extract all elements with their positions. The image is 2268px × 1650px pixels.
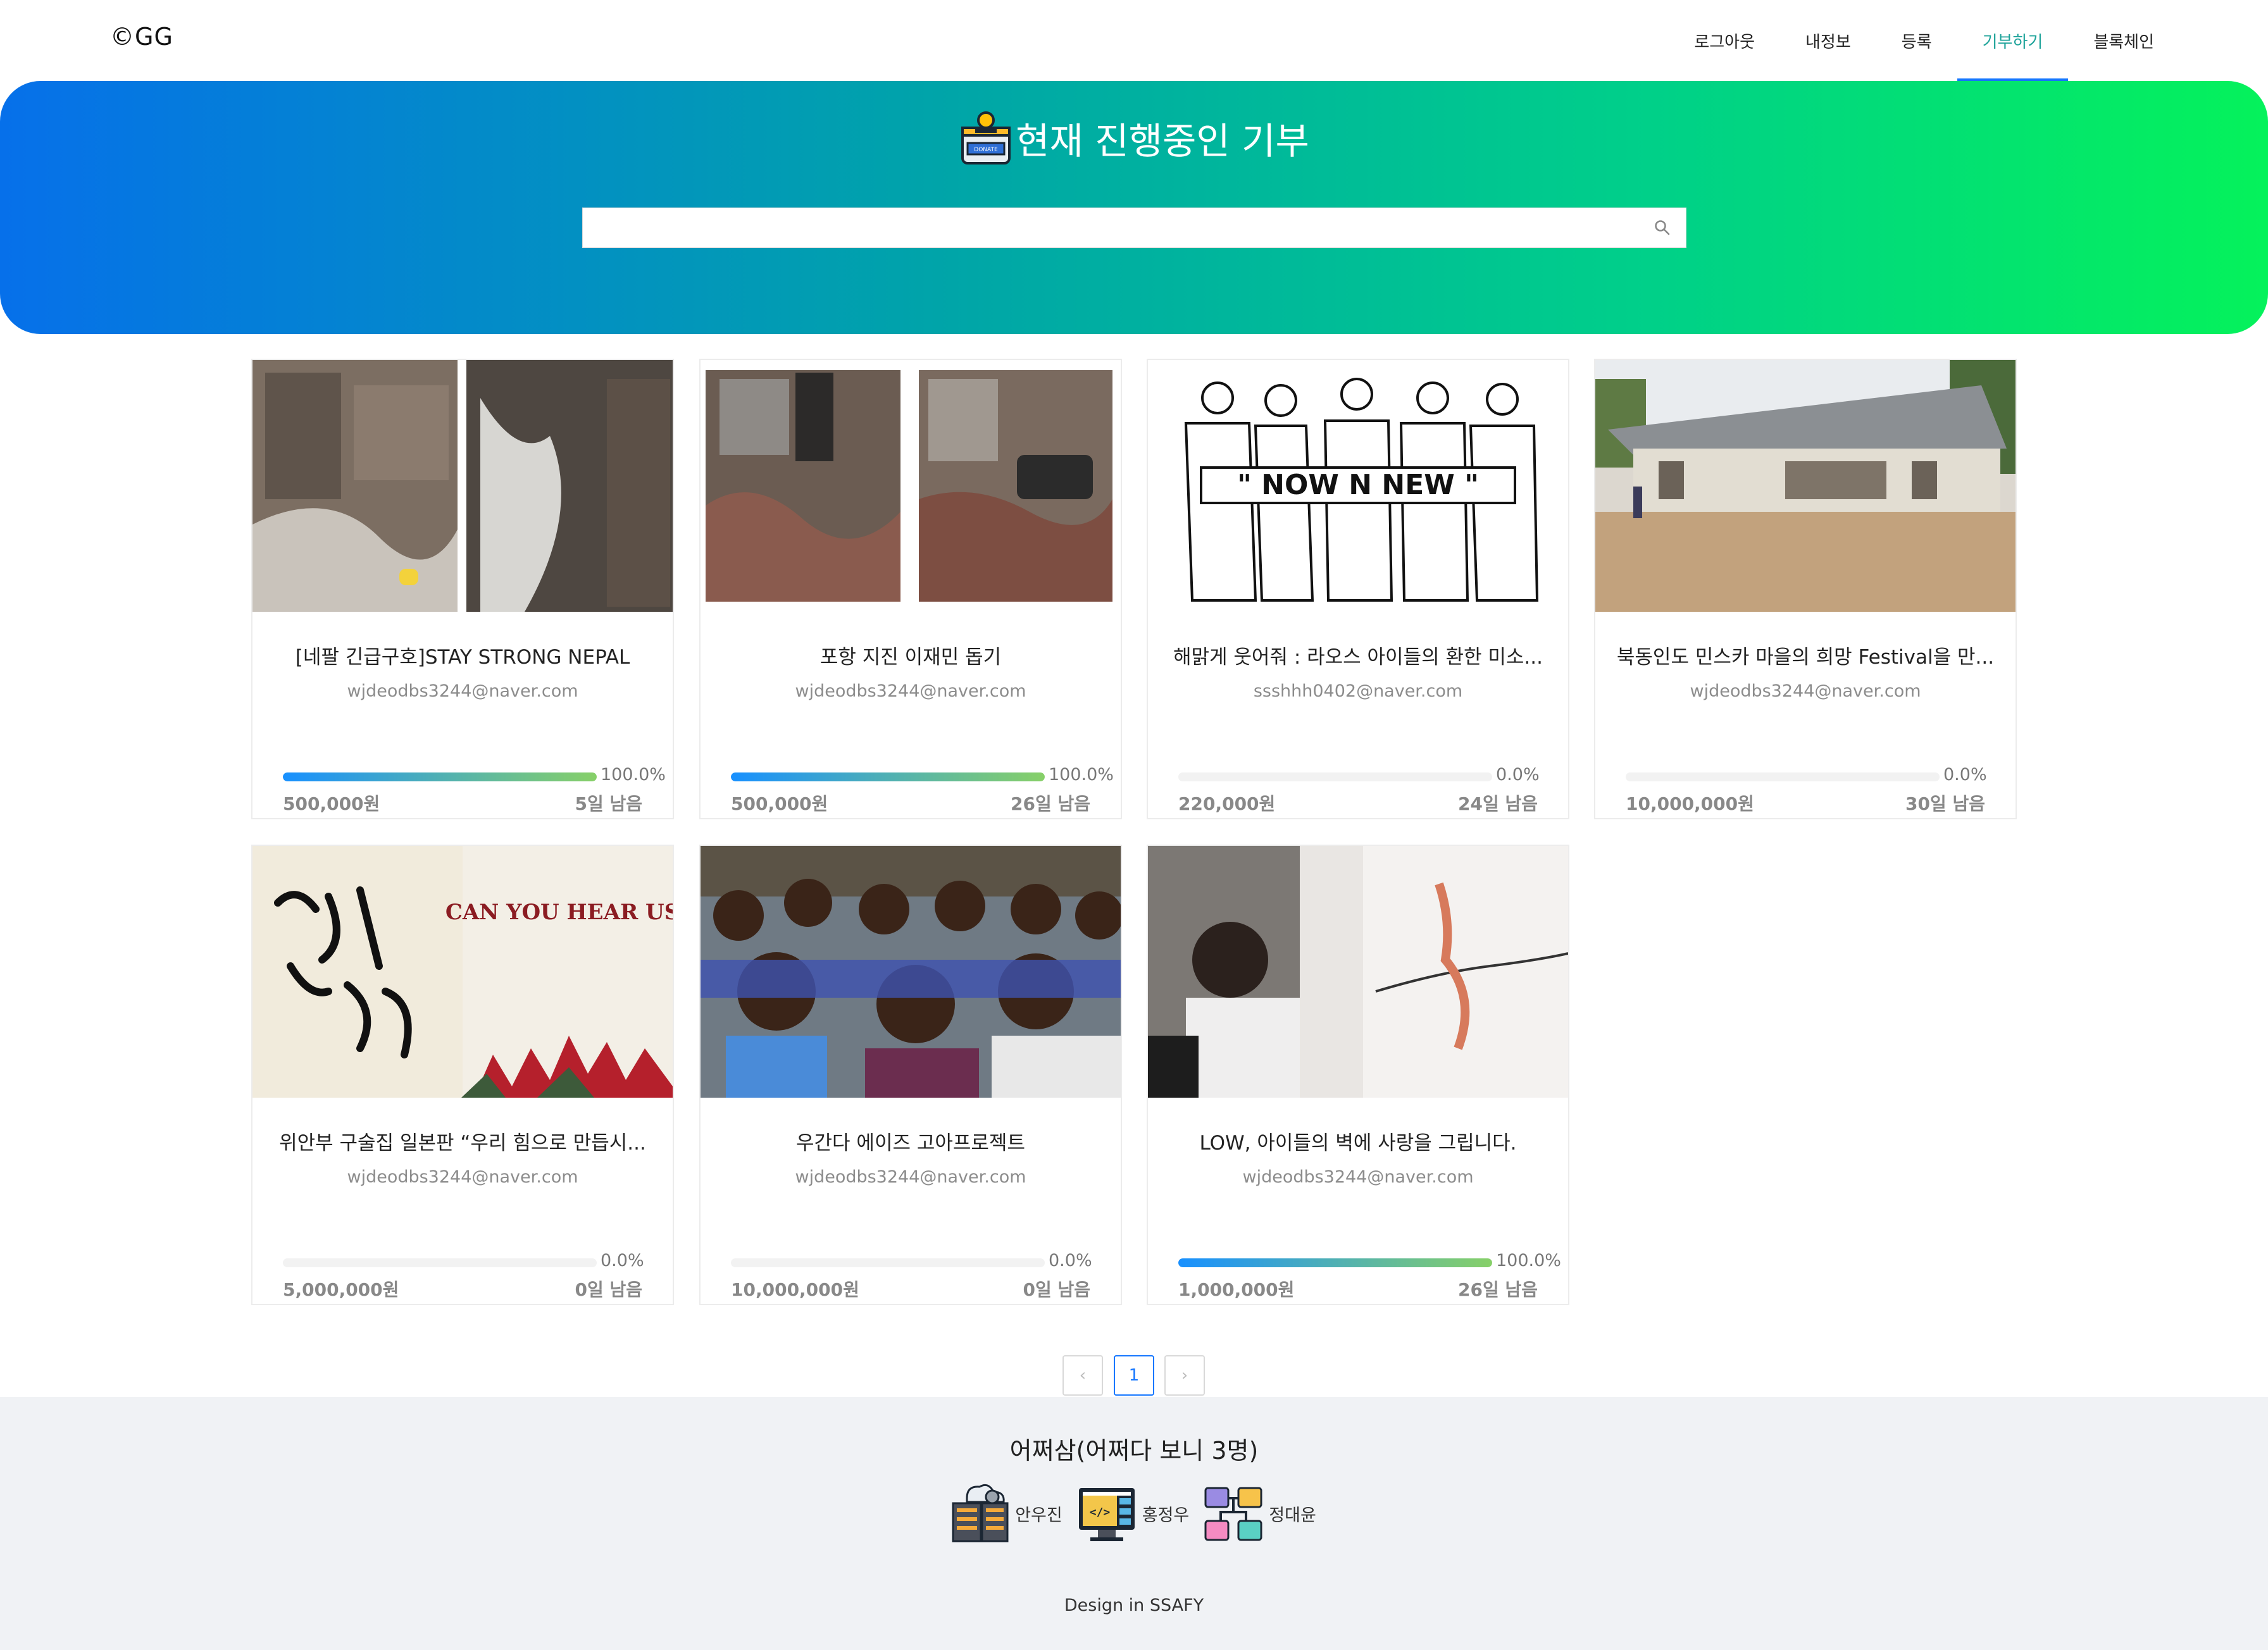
goal-amount: 500,000원 — [283, 793, 380, 814]
campaign-title[interactable]: LOW, 아이들의 벽에 사랑을 그립니다. — [1161, 1127, 1555, 1155]
nav-donate[interactable]: 기부하기 — [1957, 0, 2069, 81]
campaign-card[interactable]: 포항 지진 이재민 돕기 wjdeodbs3244@naver.com 100.… — [699, 359, 1122, 819]
campaign-card[interactable]: 우간다 에이즈 고아프로젝트 wjdeodbs3244@naver.com 0.… — [699, 845, 1122, 1305]
campaign-author: wjdeodbs3244@naver.com — [347, 1167, 578, 1187]
logo[interactable]: ©GG — [110, 23, 173, 51]
goal-amount: 10,000,000원 — [731, 1279, 859, 1300]
campaign-title[interactable]: 포항 지진 이재민 돕기 — [713, 641, 1108, 669]
campaign-image — [1148, 846, 1568, 1098]
campaign-image — [1595, 360, 2016, 612]
campaign-card[interactable]: [네팔 긴급구호]STAY STRONG NEPAL wjdeodbs3244@… — [251, 359, 674, 819]
campaign-author: ssshhh0402@naver.com — [1253, 681, 1463, 701]
member-name: 정대윤 — [1269, 1505, 1316, 1525]
donate-box-icon: DONATE — [959, 110, 1013, 166]
campaign-title[interactable]: 우간다 에이즈 고아프로젝트 — [713, 1127, 1108, 1155]
campaign-card[interactable]: LOW, 아이들의 벽에 사랑을 그립니다. wjdeodbs3244@nave… — [1147, 845, 1569, 1305]
nav-my-info[interactable]: 내정보 — [1780, 0, 1876, 81]
campaign-image — [701, 846, 1121, 1098]
progress-percent: 100.0% — [1049, 765, 1114, 785]
campaign-image: CAN YOU HEAR US? — [252, 846, 673, 1098]
progress-percent: 0.0% — [1496, 765, 1540, 785]
hero-heading: DONATE 현재 진행중인 기부 — [0, 110, 2268, 166]
team-name: 어쩌삼(어쩌다 보니 3명) — [1009, 1437, 1259, 1465]
progress-percent: 100.0% — [1496, 1251, 1561, 1270]
svg-text:</>: </> — [1089, 1506, 1110, 1519]
flowchart-icon — [1202, 1479, 1265, 1548]
goal-amount: 5,000,000원 — [283, 1279, 399, 1300]
progress-percent: 0.0% — [1943, 765, 1987, 785]
campaign-author: wjdeodbs3244@naver.com — [795, 681, 1026, 701]
nav-blockchain[interactable]: 블록체인 — [2068, 0, 2179, 81]
server-cloud-icon — [948, 1479, 1011, 1548]
member-name: 홍정우 — [1142, 1505, 1190, 1525]
campaign-author: wjdeodbs3244@naver.com — [1690, 681, 1921, 701]
pagination-prev-button[interactable]: ‹ — [1062, 1355, 1103, 1396]
top-navbar: ©GG 로그아웃 내정보 등록 기부하기 블록체인 — [0, 0, 2268, 81]
search-icon[interactable] — [1654, 220, 1671, 239]
member: </> 홍정우 — [1075, 1479, 1193, 1548]
main-nav: 로그아웃 내정보 등록 기부하기 블록체인 — [1669, 0, 2179, 81]
progress-bar — [731, 772, 1045, 781]
code-monitor-icon: </> — [1075, 1479, 1138, 1548]
goal-amount: 1,000,000원 — [1178, 1279, 1295, 1300]
progress-bar — [1178, 1258, 1492, 1267]
days-left: 26일 남음 — [1458, 1279, 1538, 1300]
campaign-title[interactable]: 북동인도 민스카 마을의 희망 Festival을 만... — [1608, 641, 2003, 669]
hero-banner: DONATE 현재 진행중인 기부 — [0, 81, 2268, 334]
progress-fill — [731, 772, 1045, 781]
footer: 어쩌삼(어쩌다 보니 3명) 안우진 </> 홍정우 정대윤 Design in… — [0, 1397, 2268, 1650]
progress-bar — [283, 772, 597, 781]
days-left: 24일 남음 — [1458, 793, 1538, 814]
progress-bar — [1178, 772, 1492, 781]
campaign-title[interactable]: 위안부 구술집 일본판 “우리 힘으로 만듭시... — [265, 1127, 660, 1155]
nav-logout[interactable]: 로그아웃 — [1669, 0, 1780, 81]
progress-bar — [283, 1258, 597, 1267]
progress-bar — [1626, 772, 1940, 781]
campaign-author: wjdeodbs3244@naver.com — [1242, 1167, 1474, 1187]
progress-percent: 0.0% — [1049, 1251, 1092, 1270]
campaign-author: wjdeodbs3244@naver.com — [347, 681, 578, 701]
nav-register[interactable]: 등록 — [1876, 0, 1957, 81]
days-left: 0일 남음 — [1023, 1279, 1090, 1300]
campaign-title[interactable]: [네팔 긴급구호]STAY STRONG NEPAL — [265, 641, 660, 669]
member-name: 안우진 — [1015, 1505, 1062, 1525]
campaign-author: wjdeodbs3244@naver.com — [795, 1167, 1026, 1187]
donate-badge-text: DONATE — [974, 147, 998, 153]
image-caption: " NOW N NEW " — [1237, 469, 1479, 501]
footer-credit: Design in SSAFY — [1064, 1596, 1204, 1615]
campaign-image — [701, 360, 1121, 612]
days-left: 0일 남음 — [575, 1279, 642, 1300]
campaign-card[interactable]: 북동인도 민스카 마을의 희망 Festival을 만... wjdeodbs3… — [1594, 359, 2017, 819]
campaign-image — [252, 360, 673, 612]
image-caption: CAN YOU HEAR US? — [446, 900, 673, 925]
campaign-card[interactable]: " NOW N NEW " 해맑게 웃어줘 : 라오스 아이들의 환한 미소..… — [1147, 359, 1569, 819]
goal-amount: 220,000원 — [1178, 793, 1276, 814]
days-left: 5일 남음 — [575, 793, 642, 814]
days-left: 26일 남음 — [1011, 793, 1090, 814]
member: 정대윤 — [1202, 1479, 1320, 1548]
progress-percent: 100.0% — [601, 765, 666, 785]
progress-fill — [1178, 1258, 1492, 1267]
progress-bar — [731, 1258, 1045, 1267]
goal-amount: 10,000,000원 — [1626, 793, 1754, 814]
progress-percent: 0.0% — [601, 1251, 644, 1270]
member: 안우진 — [948, 1479, 1066, 1548]
progress-fill — [283, 772, 597, 781]
campaign-image: " NOW N NEW " — [1148, 360, 1568, 612]
search-input[interactable] — [582, 208, 1686, 248]
campaign-title[interactable]: 해맑게 웃어줘 : 라오스 아이들의 환한 미소... — [1161, 641, 1555, 669]
pagination-page-1[interactable]: 1 — [1114, 1355, 1154, 1396]
team-members: 안우진 </> 홍정우 정대윤 — [0, 1479, 2268, 1548]
campaign-card[interactable]: CAN YOU HEAR US? 위안부 구술집 일본판 “우리 힘으로 만듭시… — [251, 845, 674, 1305]
pagination-next-button[interactable]: › — [1164, 1355, 1205, 1396]
days-left: 30일 남음 — [1905, 793, 1985, 814]
goal-amount: 500,000원 — [731, 793, 828, 814]
page-title: 현재 진행중인 기부 — [1016, 120, 1309, 163]
